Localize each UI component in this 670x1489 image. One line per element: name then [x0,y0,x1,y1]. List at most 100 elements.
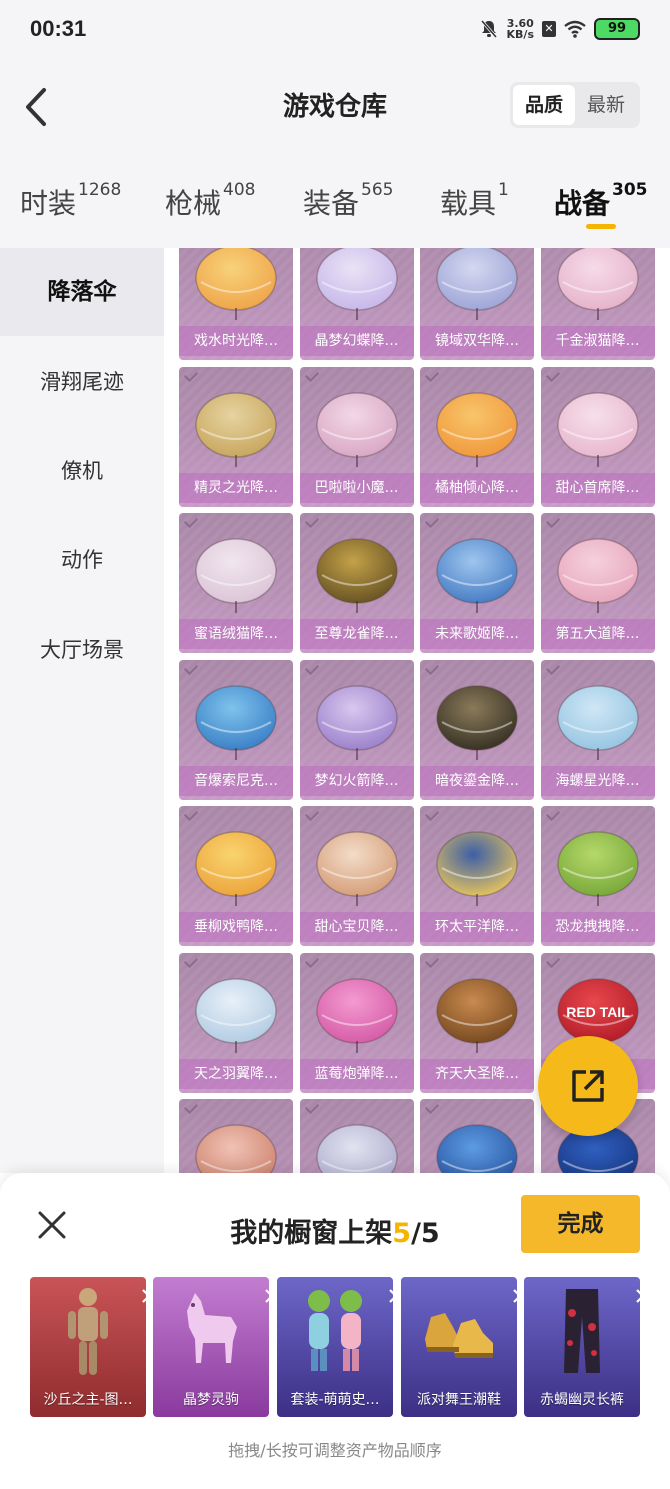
grid-item-card[interactable]: 音爆索尼克… [179,659,293,800]
showcase-title-text: 我的橱窗上架 [230,1218,393,1249]
horse-icon [187,1293,237,1363]
parachute-icon [195,977,277,1053]
parachute-icon [195,248,277,320]
showcase-slot[interactable]: 赤蝎幽灵长裤 [524,1277,640,1417]
grid-item-card[interactable]: 甜心首席降… [540,366,655,507]
grid-item-card[interactable]: 梦幻火箭降… [299,659,414,800]
sort-quality-button[interactable]: 品质 [513,85,575,125]
grid-item-card[interactable] [179,1099,293,1173]
grid-item-card[interactable]: 晶梦幻蝶降… [299,248,414,360]
tab-battle-prep[interactable]: 战备 305 [554,180,648,222]
tab-count: 1268 [78,180,122,200]
showcase-item-name: 套装-萌萌史… [290,1392,380,1408]
grid-item-name: 戏水时光降… [179,326,293,356]
parachute-icon [436,391,518,467]
grid-item-card[interactable]: 环太平洋降… [420,806,534,946]
parachute-icon [315,1124,398,1173]
grid-item-name: 第五大道降… [540,619,655,649]
grid-item-card[interactable]: 蓝莓炮弹降… [299,952,414,1093]
grid-item-name: 橘柚倾心降… [420,472,534,503]
tab-count: 305 [612,180,648,200]
category-tabs: 时装 1268 枪械 408 装备 565 载具 1 战备 305 [0,156,670,248]
done-button[interactable]: 完成 [521,1195,640,1253]
grid-item-card[interactable]: 暗夜鎏金降… [420,659,534,800]
grid-item-card[interactable]: 未来歌姬降… [420,513,534,653]
tab-fashion[interactable]: 时装 1268 [20,180,122,222]
grid-item-card[interactable]: 巴啦啦小魔… [299,366,414,507]
grid-item-card[interactable]: 精灵之光降… [179,366,293,507]
grid-item-card[interactable]: 戏水时光降… [179,248,293,360]
mummy-outfit-icon [68,1288,108,1375]
grid-item-name: 蜜语绒猫降… [179,619,293,649]
tab-count: 408 [223,180,256,200]
grid-item-name: 天之羽翼降… [179,1058,293,1089]
showcase-slot[interactable]: 派对舞王潮鞋 [401,1277,517,1417]
sort-newest-button[interactable]: 最新 [575,85,637,125]
parachute-icon [436,977,518,1053]
grid-item-name: 环太平洋降… [420,912,534,942]
grid-item-card[interactable]: 垂柳戏鸭降… [179,806,293,946]
grid-item-card[interactable]: 甜心宝贝降… [299,806,414,946]
grid-item-name: 至尊龙雀降… [299,619,414,649]
grid-item-name: 暗夜鎏金降… [420,765,534,796]
grid-item-name: 巴啦啦小魔… [299,472,414,503]
grid-item-card[interactable]: 第五大道降… [540,513,655,653]
showcase-slot[interactable]: 沙丘之主-图… [30,1277,146,1417]
grid-item-name: 未来歌姬降… [420,619,534,649]
pants-icon [564,1289,600,1373]
showcase-slot[interactable]: 套装-萌萌史… [277,1277,393,1417]
back-button[interactable] [18,82,58,132]
showcase-slot[interactable]: 晶梦灵驹 [153,1277,269,1417]
reorder-hint: 拖拽/长按可调整资产物品顺序 [228,1441,442,1460]
grid-item-card[interactable]: 海螺星光降… [540,659,655,800]
grid-item-card[interactable] [420,1099,534,1173]
mute-bell-icon [480,20,497,38]
share-button[interactable] [538,1036,638,1136]
sidebar-item-parachute[interactable]: 降落伞 [0,248,164,336]
share-icon [572,1070,604,1102]
remove-slot-button[interactable] [122,1281,146,1303]
grid-item-card[interactable]: 齐天大圣降… [420,952,534,1093]
parachute-icon [195,391,277,467]
sidebar-item-wingman[interactable]: 僚机 [0,427,164,515]
sidebar-item-emote[interactable]: 动作 [0,516,164,604]
remove-slot-button[interactable] [616,1281,640,1303]
grid-item-card[interactable]: 千金淑猫降… [540,248,655,360]
tab-weapons[interactable]: 枪械 408 [165,180,256,222]
parachute-icon [315,538,398,613]
close-button[interactable] [34,1207,70,1243]
parachute-icon [436,1124,518,1173]
grid-item-card[interactable]: 至尊龙雀降… [299,513,414,653]
status-icons: 3.60 KB/s ✕ 99 [479,18,640,40]
parachute-icon [195,684,277,760]
close-icon [513,1289,517,1303]
grid-item-card[interactable]: 蜜语绒猫降… [179,513,293,653]
tab-vehicles[interactable]: 载具 1 [440,180,509,222]
tab-equipment[interactable]: 装备 565 [303,180,393,222]
parachute-icon [556,684,639,760]
showcase-total: /5 [411,1218,440,1249]
parachute-icon [195,1124,277,1173]
battery-indicator: 99 [594,18,640,40]
remove-slot-button[interactable] [369,1281,393,1303]
parachute-icon [315,684,398,760]
grid-item-card[interactable]: 天之羽翼降… [179,952,293,1093]
clock: 00:31 [30,16,87,41]
remove-slot-button[interactable] [493,1281,517,1303]
grid-item-card[interactable]: 恐龙拽拽降… [540,806,655,946]
sidebar-item-glide-trail[interactable]: 滑翔尾迹 [0,338,164,426]
grid-item-card[interactable]: 橘柚倾心降… [420,366,534,507]
parachute-icon [315,391,398,467]
remove-slot-button[interactable] [245,1281,269,1303]
tab-label: 载具 [440,187,497,220]
showcase-item-name: 晶梦灵驹 [183,1392,239,1408]
close-icon [636,1289,640,1303]
sidebar-item-lobby-scene[interactable]: 大厅场景 [0,606,164,694]
no-sim-icon: ✕ [542,21,556,37]
grid-item-name: 垂柳戏鸭降… [179,912,293,942]
showcase-item-name: 派对舞王潮鞋 [417,1392,501,1408]
active-tab-indicator [586,224,616,229]
grid-item-name: 晶梦幻蝶降… [299,326,414,356]
grid-item-card[interactable] [299,1099,414,1173]
grid-item-card[interactable]: 镜域双华降… [420,248,534,360]
